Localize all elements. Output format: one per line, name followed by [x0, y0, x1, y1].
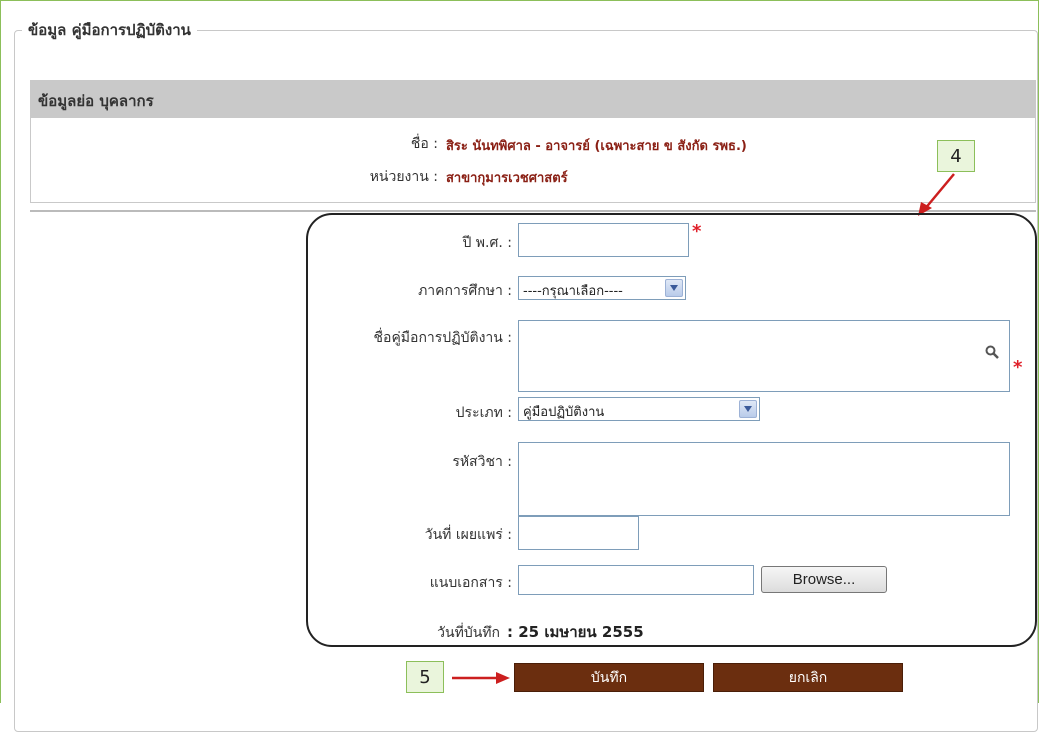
annotation-step-4: 4: [937, 140, 975, 172]
unit-label: หน่วยงาน :: [369, 169, 438, 185]
annotation-step-5: 5: [406, 661, 444, 693]
divider: [30, 210, 1036, 212]
name-label: ชื่อ :: [410, 136, 438, 152]
red-arrow-icon: [452, 672, 510, 684]
publish-date-input[interactable]: [518, 516, 639, 550]
record-date-value: : 25 เมษายน 2555: [507, 623, 644, 641]
publish-date-label: วันที่ เผยแพร่ :: [424, 527, 512, 543]
personnel-section-header: ข้อมูลย่อ บุคลากร: [30, 80, 1036, 118]
record-date-label: วันที่บันทึก: [437, 625, 500, 641]
semester-select[interactable]: ----กรุณาเลือก----: [518, 276, 686, 300]
manual-name-textarea[interactable]: [518, 320, 1010, 392]
course-code-textarea[interactable]: [518, 442, 1010, 516]
type-select[interactable]: คู่มือปฏิบัติงาน: [518, 397, 760, 421]
required-mark: *: [1013, 357, 1023, 378]
unit-value: สาขากุมารเวชศาสตร์: [446, 171, 568, 186]
type-selected: คู่มือปฏิบัติงาน: [523, 405, 605, 420]
save-button[interactable]: บันทึก: [514, 663, 704, 692]
cancel-button[interactable]: ยกเลิก: [713, 663, 903, 692]
required-mark: *: [692, 221, 702, 242]
attachment-path-input[interactable]: [518, 565, 754, 595]
semester-label: ภาคการศึกษา :: [418, 283, 512, 299]
type-label: ประเภท :: [455, 405, 512, 421]
name-value: สิระ นันทพิศาล - อาจารย์ (เฉพาะสาย ข สัง…: [446, 139, 747, 154]
magnifier-icon[interactable]: [985, 345, 999, 359]
year-label: ปี พ.ศ. :: [462, 235, 512, 251]
semester-selected: ----กรุณาเลือก----: [523, 284, 623, 299]
personnel-section-body: [30, 118, 1036, 203]
chevron-down-icon: [665, 279, 683, 297]
manual-name-label: ชื่อคู่มือการปฏิบัติงาน :: [373, 330, 512, 346]
personnel-section-title: ข้อมูลย่อ บุคลากร: [38, 92, 154, 110]
chevron-down-icon: [739, 400, 757, 418]
browse-button[interactable]: Browse...: [761, 566, 887, 593]
fieldset-legend: ข้อมูล คู่มือการปฏิบัติงาน: [22, 18, 197, 42]
year-input[interactable]: [518, 223, 689, 257]
attachment-label: แนบเอกสาร :: [429, 575, 512, 591]
course-code-label: รหัสวิชา :: [452, 454, 512, 470]
